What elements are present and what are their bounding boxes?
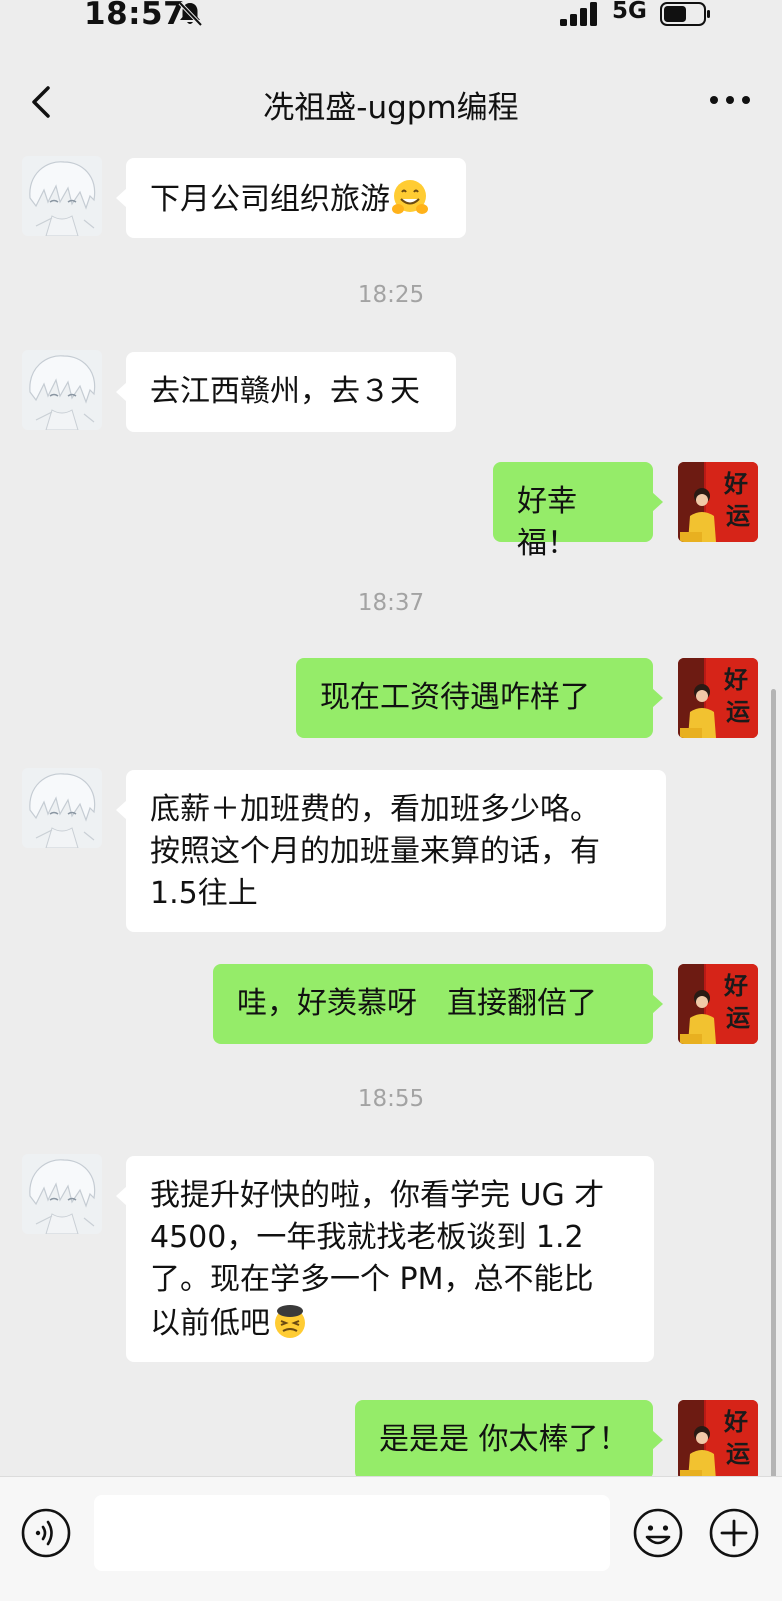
message-text: 哇，好羡慕呀 直接翻倍了 (237, 986, 597, 1021)
hugging-face-emoji (392, 180, 428, 214)
timestamp: 18:37 (357, 590, 425, 616)
contact-avatar[interactable] (22, 350, 102, 430)
message-line: 以前低吧 (150, 1306, 270, 1341)
contact-avatar[interactable] (22, 768, 102, 848)
my-avatar[interactable] (678, 658, 758, 738)
message-bubble-outgoing[interactable]: 现在工资待遇咋样了 (296, 658, 663, 738)
scrollbar[interactable] (771, 689, 776, 1476)
message-bubble-outgoing[interactable]: 好幸福！ (493, 462, 663, 561)
message-text: 下月公司组织旅游 (150, 182, 390, 217)
my-avatar[interactable] (678, 462, 758, 542)
signal-icon (560, 2, 597, 26)
chat-title: 冼祖盛-ugpm编程 (263, 90, 519, 126)
timestamp: 18:25 (357, 282, 425, 308)
message-list[interactable]: 下月公司组织旅游 18:25 去江西赣州，去３天 好幸福！ 18:37 现在工资… (0, 144, 782, 1476)
message-text: 去江西赣州，去３天 (150, 374, 420, 409)
input-bar (0, 1476, 782, 1601)
contact-avatar[interactable] (22, 156, 102, 236)
emoji-icon[interactable] (632, 1507, 684, 1559)
message-text: 好幸福！ (517, 484, 577, 561)
status-bar: 18:57 5G (0, 0, 782, 40)
network-type: 5G (612, 0, 647, 24)
bell-muted-icon (178, 1, 203, 27)
battery-icon (660, 2, 710, 26)
voice-icon[interactable] (20, 1507, 72, 1559)
my-avatar[interactable] (678, 1400, 758, 1476)
plus-icon[interactable] (708, 1507, 760, 1559)
message-line: 我提升好快的啦，你看学完 UG 才 (150, 1178, 605, 1213)
message-line: 4500，一年我就找老板谈到 1.2 (150, 1220, 584, 1255)
smug-face-emoji (275, 1305, 305, 1338)
message-text: 是是是 你太棒了！ (379, 1422, 629, 1457)
message-line: 按照这个月的加班量来算的话，有 (150, 834, 600, 869)
timestamp: 18:55 (357, 1086, 425, 1112)
message-bubble-outgoing[interactable]: 哇，好羡慕呀 直接翻倍了 (213, 964, 663, 1044)
message-line: 了。现在学多一个 PM，总不能比 (150, 1262, 594, 1297)
message-line: 1.5往上 (150, 876, 258, 911)
message-bubble-incoming[interactable]: 去江西赣州，去３天 (116, 352, 456, 432)
message-line: 底薪＋加班费的，看加班多少咯。 (150, 792, 600, 827)
status-time: 18:57 (84, 0, 186, 32)
message-text: 现在工资待遇咋样了 (320, 680, 590, 715)
chat-header: 冼祖盛-ugpm编程 (0, 40, 782, 144)
my-avatar[interactable] (678, 964, 758, 1044)
more-dots-icon[interactable] (706, 88, 754, 112)
contact-avatar[interactable] (22, 1154, 102, 1234)
message-bubble-outgoing[interactable]: 是是是 你太棒了！ (355, 1400, 663, 1476)
message-bubble-incoming[interactable]: 我提升好快的啦，你看学完 UG 才 4500，一年我就找老板谈到 1.2 了。现… (116, 1156, 654, 1362)
message-bubble-incoming[interactable]: 底薪＋加班费的，看加班多少咯。 按照这个月的加班量来算的话，有 1.5往上 (116, 770, 666, 932)
message-input[interactable] (94, 1495, 610, 1571)
message-bubble-incoming[interactable]: 下月公司组织旅游 (116, 158, 466, 238)
